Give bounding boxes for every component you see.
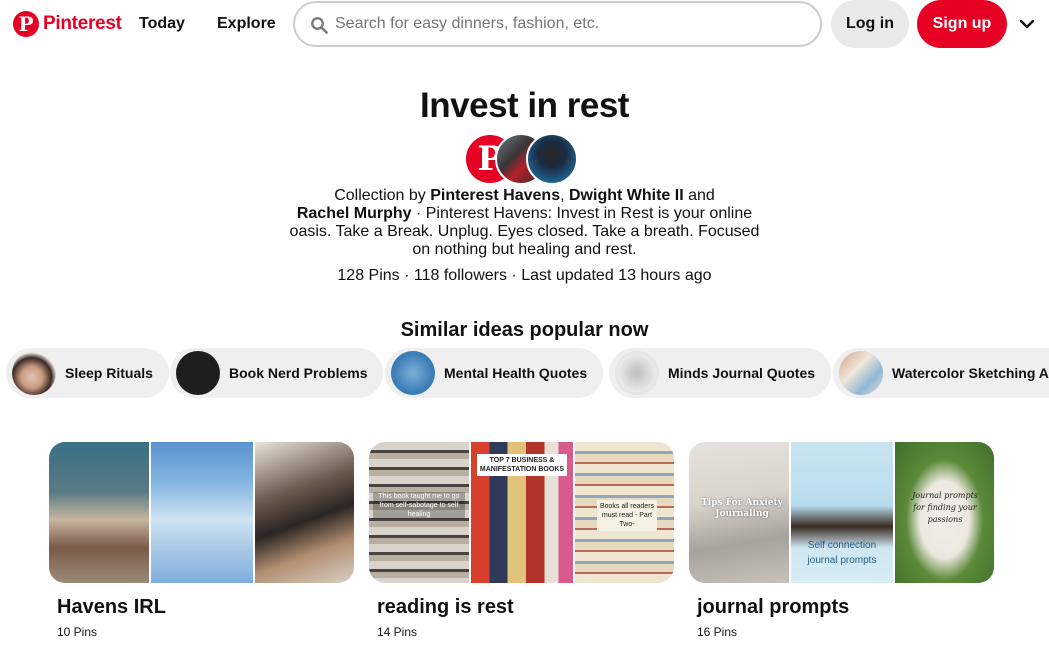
search-icon: [311, 17, 328, 34]
chip-label: Book Nerd Problems: [229, 365, 368, 381]
board-image: This book taught me to go from self-sabo…: [369, 442, 469, 583]
board-havens-irl[interactable]: Havens IRL 10 Pins: [49, 442, 354, 639]
chip-thumbnail: [12, 351, 56, 395]
board-cover[interactable]: [49, 442, 354, 583]
chip-label: Sleep Rituals: [65, 365, 153, 381]
chip-label: Mental Health Quotes: [444, 365, 588, 381]
chip-minds-journal-quotes[interactable]: Minds Journal Quotes: [609, 348, 832, 398]
board-image: Books all readers must read - Part Two-: [575, 442, 674, 583]
collection-stats: 128 Pins · 118 followers · Last updated …: [337, 267, 712, 284]
board-image: Tips For Anxiety Journaling: [689, 442, 789, 583]
board-cover[interactable]: Tips For Anxiety Journaling Self connect…: [689, 442, 994, 583]
pinterest-logo[interactable]: P Pinterest: [13, 11, 122, 37]
board-image-caption: TOP 7 BUSINESS & MANIFESTATION BOOKS: [477, 454, 567, 476]
author-separator: ,: [560, 187, 565, 204]
board-pin-count: 10 Pins: [57, 625, 98, 639]
board-pin-count: 14 Pins: [377, 625, 418, 639]
board-cover[interactable]: This book taught me to go from self-sabo…: [369, 442, 674, 583]
similar-ideas-heading: Similar ideas popular now: [400, 319, 649, 341]
board-image: Self connection journal prompts: [791, 442, 893, 583]
author-link-pinterest-havens[interactable]: Pinterest Havens: [430, 187, 560, 204]
board-reading-is-rest[interactable]: This book taught me to go from self-sabo…: [369, 442, 674, 639]
board-image: [151, 442, 253, 583]
board-image: Journal prompts for finding your passion…: [895, 442, 994, 583]
board-image-caption: This book taught me to go from self-sabo…: [373, 492, 465, 519]
chip-label: Watercolor Sketching A: [892, 365, 1049, 381]
collection-title: Invest in rest: [420, 86, 629, 125]
collaborator-avatars: P: [464, 133, 580, 185]
board-image: TOP 7 BUSINESS & MANIFESTATION BOOKS: [471, 442, 573, 583]
collection-description: Collection by Pinterest Havens, Dwight W…: [280, 187, 769, 259]
board-image: [255, 442, 354, 583]
top-nav-bar: P Pinterest Today Explore Log in Sign up: [0, 0, 1049, 48]
board-image-caption: Tips For Anxiety Journaling: [701, 498, 783, 519]
search-bar[interactable]: [293, 1, 822, 47]
board-image-caption: Self connection journal prompts: [807, 540, 877, 566]
login-button[interactable]: Log in: [831, 0, 909, 48]
chip-thumbnail: [615, 351, 659, 395]
avatar-rachel-murphy[interactable]: [526, 133, 578, 185]
chip-mental-health-quotes[interactable]: Mental Health Quotes: [385, 348, 604, 398]
board-journal-prompts[interactable]: Tips For Anxiety Journaling Self connect…: [689, 442, 994, 639]
pinterest-logo-icon: P: [13, 11, 39, 37]
author-link-dwight-white[interactable]: Dwight White II: [569, 187, 684, 204]
board-pin-count: 16 Pins: [697, 625, 738, 639]
board-title[interactable]: reading is rest: [369, 596, 674, 619]
author-and: and: [688, 187, 715, 204]
chip-thumbnail: [391, 351, 435, 395]
board-image-caption: Journal prompts for finding your passion…: [912, 491, 978, 524]
collection-by-prefix: Collection by: [334, 187, 426, 204]
board-title[interactable]: Havens IRL: [49, 596, 354, 619]
nav-explore[interactable]: Explore: [217, 15, 276, 33]
search-input[interactable]: [335, 3, 805, 45]
chip-watercolor-sketching[interactable]: Watercolor Sketching A: [833, 348, 1049, 398]
board-image-caption: Books all readers must read - Part Two-: [597, 500, 657, 531]
chip-label: Minds Journal Quotes: [668, 365, 816, 381]
chip-book-nerd-problems[interactable]: Book Nerd Problems: [170, 348, 384, 398]
board-title[interactable]: journal prompts: [689, 596, 994, 619]
chip-sleep-rituals[interactable]: Sleep Rituals: [6, 348, 169, 398]
board-image: [49, 442, 149, 583]
logo-text: Pinterest: [43, 13, 122, 34]
chip-thumbnail: [839, 351, 883, 395]
chevron-down-icon[interactable]: [1019, 16, 1035, 32]
author-link-rachel-murphy[interactable]: Rachel Murphy: [297, 205, 412, 222]
signup-button[interactable]: Sign up: [917, 0, 1007, 48]
nav-today[interactable]: Today: [139, 15, 185, 33]
chip-thumbnail: [176, 351, 220, 395]
